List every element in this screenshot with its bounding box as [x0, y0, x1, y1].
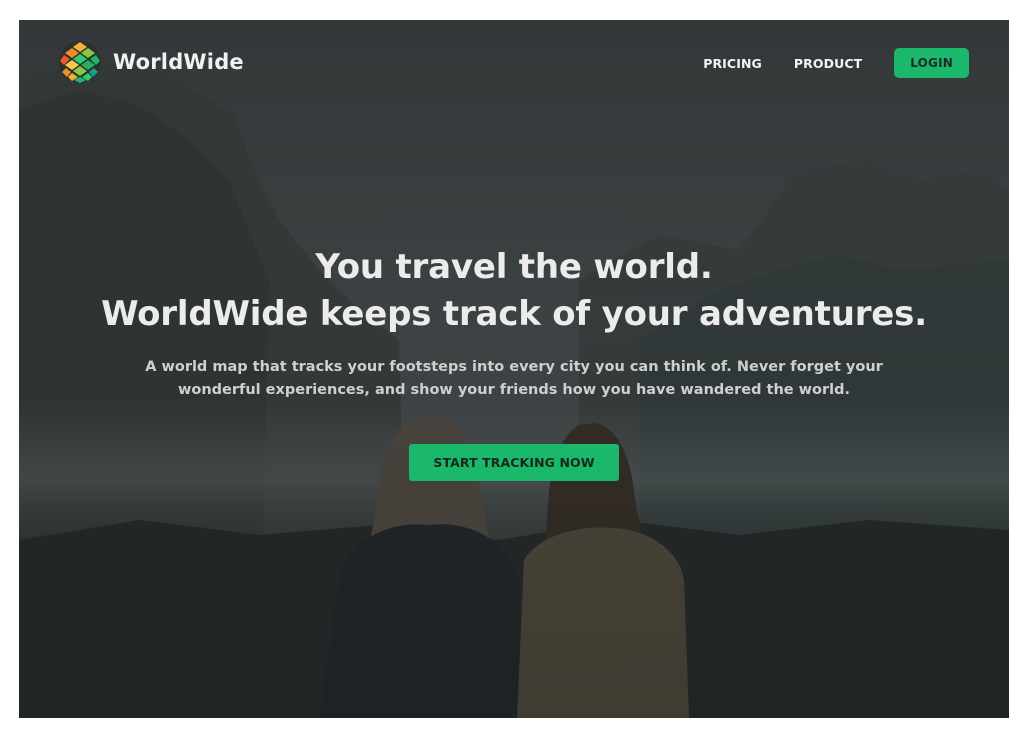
nav-links: PRICING PRODUCT LOGIN	[703, 48, 969, 78]
hero-subtext: A world map that tracks your footsteps i…	[145, 359, 883, 398]
nav-link-pricing[interactable]: PRICING	[703, 56, 762, 71]
login-button[interactable]: LOGIN	[894, 48, 969, 78]
page-frame: WorldWide PRICING PRODUCT LOGIN You trav…	[19, 20, 1009, 718]
globe-mosaic-icon	[59, 41, 101, 83]
brand-logo-link[interactable]: WorldWide	[57, 39, 244, 85]
nav-link-product[interactable]: PRODUCT	[794, 56, 862, 71]
hero-headline: You travel the world. WorldWide keeps tr…	[19, 244, 1009, 338]
hero-section: You travel the world. WorldWide keeps tr…	[19, 244, 1009, 481]
brand-name: WorldWide	[113, 50, 244, 74]
top-navigation: WorldWide PRICING PRODUCT LOGIN	[19, 20, 1009, 106]
hero-headline-line-2: WorldWide keeps track of your adventures…	[101, 294, 927, 334]
start-tracking-button[interactable]: START TRACKING NOW	[409, 444, 619, 481]
hero-headline-line-1: You travel the world.	[315, 247, 713, 287]
